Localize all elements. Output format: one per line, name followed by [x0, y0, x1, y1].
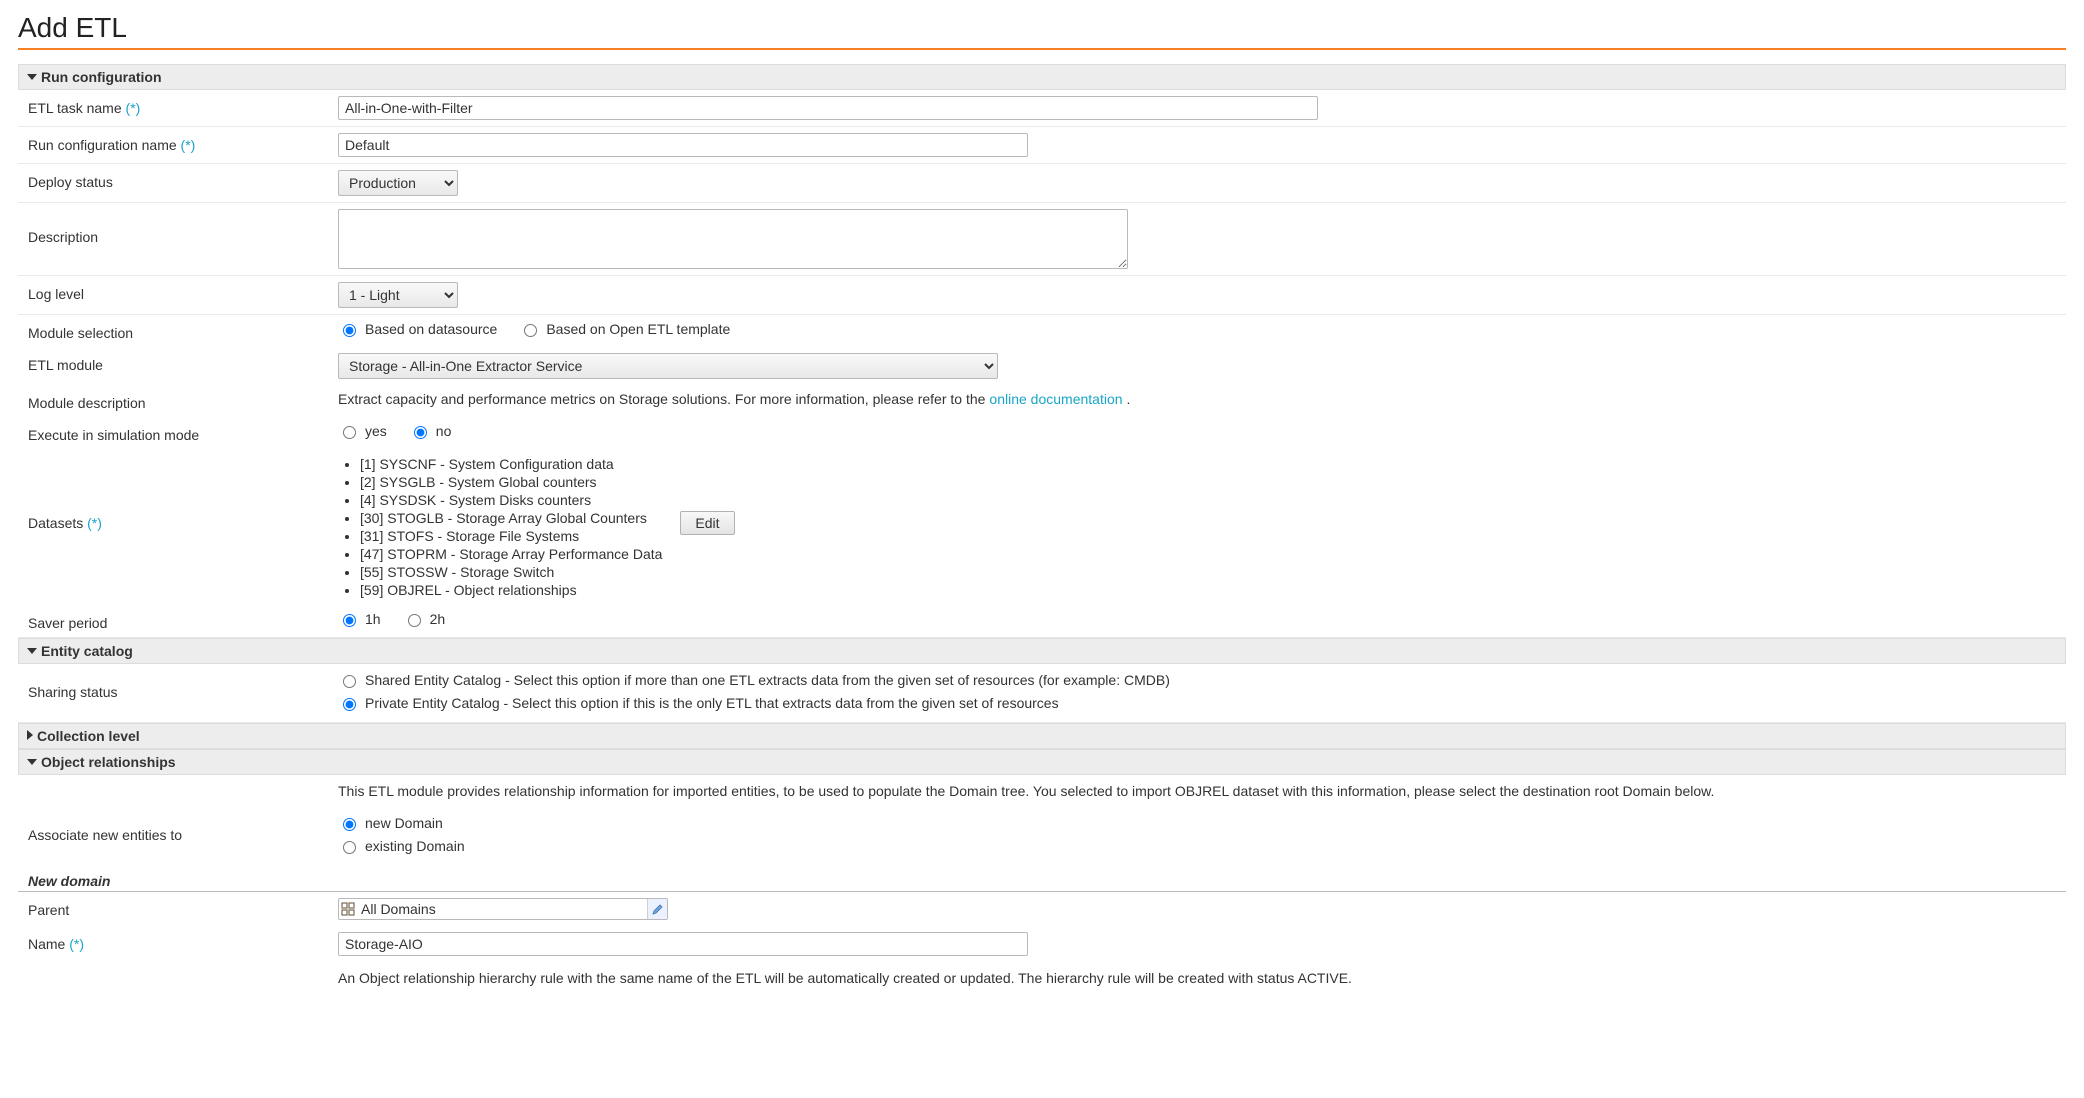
radio-input[interactable]: [524, 324, 537, 337]
radio-sharing-shared[interactable]: Shared Entity Catalog - Select this opti…: [338, 672, 1170, 688]
deploy-status-select[interactable]: Production: [338, 170, 458, 196]
parent-value: All Domains: [357, 899, 647, 919]
radio-label: Private Entity Catalog - Select this opt…: [365, 695, 1059, 711]
grid-icon: [339, 900, 357, 918]
label-parent: Parent: [28, 902, 69, 918]
section-title: Entity catalog: [41, 643, 133, 659]
radio-associate-new[interactable]: new Domain: [338, 815, 443, 831]
radio-label: Based on datasource: [365, 321, 497, 337]
hierarchy-note: An Object relationship hierarchy rule wi…: [338, 970, 1352, 986]
radio-saver-2h[interactable]: 2h: [403, 611, 446, 627]
radio-sharing-private[interactable]: Private Entity Catalog - Select this opt…: [338, 695, 1059, 711]
label-datasets: Datasets: [28, 515, 83, 531]
pencil-icon[interactable]: [647, 899, 667, 919]
radio-label: new Domain: [365, 815, 443, 831]
parent-picker[interactable]: All Domains: [338, 898, 668, 920]
radio-input[interactable]: [343, 841, 356, 854]
label-deploy-status: Deploy status: [28, 174, 113, 190]
list-item: [59] OBJREL - Object relationships: [360, 581, 662, 599]
section-object-relationships[interactable]: Object relationships: [18, 749, 2066, 775]
radio-sim-no[interactable]: no: [409, 423, 452, 439]
radio-associate-existing[interactable]: existing Domain: [338, 838, 465, 854]
radio-label: 2h: [430, 611, 446, 627]
radio-label: yes: [365, 423, 387, 439]
list-item: [30] STOGLB - Storage Array Global Count…: [360, 509, 662, 527]
description-textarea[interactable]: [338, 209, 1128, 269]
section-title: Object relationships: [41, 754, 176, 770]
radio-input[interactable]: [408, 614, 421, 627]
required-marker: (*): [69, 936, 84, 952]
log-level-select[interactable]: 1 - Light: [338, 282, 458, 308]
radio-module-datasource[interactable]: Based on datasource: [338, 321, 497, 337]
radio-input[interactable]: [343, 698, 356, 711]
label-description: Description: [28, 229, 98, 245]
section-run-configuration[interactable]: Run configuration: [18, 64, 2066, 90]
radio-label: 1h: [365, 611, 381, 627]
required-marker: (*): [87, 515, 102, 531]
list-item: [1] SYSCNF - System Configuration data: [360, 455, 662, 473]
chevron-down-icon: [27, 756, 37, 768]
label-associate-new: Associate new entities to: [28, 827, 182, 843]
label-module-selection: Module selection: [28, 325, 133, 341]
datasets-list: [1] SYSCNF - System Configuration data […: [360, 455, 662, 599]
radio-input[interactable]: [343, 324, 356, 337]
module-description-text: Extract capacity and performance metrics…: [338, 391, 985, 407]
section-title: Collection level: [37, 728, 140, 744]
etl-module-select[interactable]: Storage - All-in-One Extractor Service: [338, 353, 998, 379]
list-item: [2] SYSGLB - System Global counters: [360, 473, 662, 491]
label-saver-period: Saver period: [28, 615, 107, 631]
section-entity-catalog[interactable]: Entity catalog: [18, 638, 2066, 664]
radio-input[interactable]: [343, 675, 356, 688]
label-module-description: Module description: [28, 395, 146, 411]
label-name: Name: [28, 936, 65, 952]
radio-input[interactable]: [343, 614, 356, 627]
chevron-down-icon: [27, 645, 37, 657]
name-input[interactable]: [338, 932, 1028, 956]
radio-module-template[interactable]: Based on Open ETL template: [519, 321, 730, 337]
label-etl-task-name: ETL task name: [28, 100, 122, 116]
online-documentation-link[interactable]: online documentation: [989, 391, 1122, 407]
radio-label: existing Domain: [365, 838, 465, 854]
header-rule: [18, 48, 2066, 50]
radio-input[interactable]: [414, 426, 427, 439]
label-etl-module: ETL module: [28, 357, 103, 373]
required-marker: (*): [126, 100, 141, 116]
radio-input[interactable]: [343, 818, 356, 831]
run-config-name-input[interactable]: [338, 133, 1028, 157]
section-title: Run configuration: [41, 69, 162, 85]
radio-input[interactable]: [343, 426, 356, 439]
edit-button[interactable]: Edit: [680, 511, 734, 535]
radio-label: Based on Open ETL template: [546, 321, 730, 337]
list-item: [55] STOSSW - Storage Switch: [360, 563, 662, 581]
radio-saver-1h[interactable]: 1h: [338, 611, 381, 627]
page-title: Add ETL: [18, 12, 2066, 44]
object-rel-description: This ETL module provides relationship in…: [338, 783, 1714, 799]
label-sharing-status: Sharing status: [28, 684, 118, 700]
label-log-level: Log level: [28, 286, 84, 302]
chevron-down-icon: [27, 71, 37, 83]
radio-label: no: [436, 423, 452, 439]
list-item: [47] STOPRM - Storage Array Performance …: [360, 545, 662, 563]
required-marker: (*): [181, 137, 196, 153]
radio-label: Shared Entity Catalog - Select this opti…: [365, 672, 1170, 688]
label-execute-sim: Execute in simulation mode: [28, 427, 199, 443]
chevron-right-icon: [27, 730, 33, 743]
section-collection-level[interactable]: Collection level: [18, 723, 2066, 749]
label-run-config-name: Run configuration name: [28, 137, 177, 153]
list-item: [31] STOFS - Storage File Systems: [360, 527, 662, 545]
module-description-post: .: [1127, 391, 1131, 407]
etl-task-name-input[interactable]: [338, 96, 1318, 120]
list-item: [4] SYSDSK - System Disks counters: [360, 491, 662, 509]
section-new-domain: New domain: [18, 871, 2066, 892]
radio-sim-yes[interactable]: yes: [338, 423, 387, 439]
